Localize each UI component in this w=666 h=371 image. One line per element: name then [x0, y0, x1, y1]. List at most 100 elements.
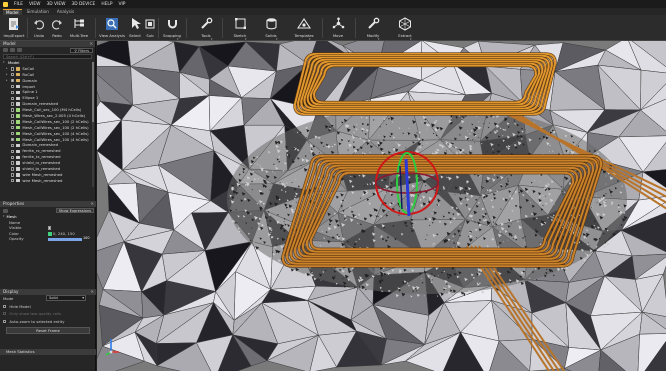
sub-icon [143, 16, 158, 31]
ribbon-tabs: Model Simulation Analysis [0, 8, 666, 15]
tree-item[interactable]: wire Mesh_remeshed [3, 178, 95, 184]
visibility-checkbox[interactable] [11, 126, 15, 130]
filters-dropdown[interactable]: ⚲ Filters [70, 47, 93, 53]
hide-model-row[interactable]: Hide Model [0, 303, 96, 311]
solids-button[interactable]: Solids ▾ [259, 16, 283, 41]
visibility-checkbox[interactable] [11, 108, 15, 112]
extract-button[interactable]: Extract ▾ [393, 16, 417, 41]
visibility-checkbox[interactable] [11, 149, 15, 153]
new-folder-icon[interactable] [17, 48, 22, 52]
hide-model-checkbox[interactable] [3, 304, 7, 308]
3d-viewport[interactable] [97, 41, 666, 371]
modify-icon [366, 16, 381, 31]
visibility-checkbox[interactable] [11, 96, 15, 100]
visibility-checkbox[interactable] [11, 137, 15, 142]
modify-button[interactable]: Modify ▾ [361, 16, 385, 41]
visibility-checkbox[interactable] [11, 102, 15, 106]
object-icon [16, 173, 21, 177]
visibility-checkbox[interactable] [11, 120, 15, 124]
divider [322, 18, 323, 38]
view-analysis-label: View Analysis [99, 33, 125, 38]
mode-select-value: Solid [49, 296, 58, 300]
only-show-row[interactable]: Only show two quality cells [0, 310, 96, 318]
search-input[interactable]: Search (Ctrl+F) [3, 54, 92, 59]
menu-view[interactable]: VIEW [29, 2, 40, 7]
only-show-checkbox[interactable] [3, 312, 7, 316]
solids-label: Solids [265, 33, 277, 38]
mode-select[interactable]: Solid ▾ [46, 295, 86, 301]
menu-3d-view[interactable]: 3D VIEW [46, 2, 65, 7]
sketch-button[interactable]: Sketch ▾ [228, 16, 252, 41]
divider [95, 18, 96, 38]
auto-zoom-checkbox[interactable] [3, 319, 7, 323]
folder-icon [16, 73, 21, 77]
mesh-statistics-header[interactable]: Mesh Statistics [0, 349, 96, 355]
properties-panel: Properties ✕ Show Expressions ▾ Mesh Nam… [0, 201, 96, 242]
visibility-checkbox[interactable] [11, 131, 15, 136]
sub-button[interactable]: Sub [142, 16, 158, 38]
menu-help[interactable]: HELP [101, 2, 112, 7]
model-panel-header: Model ✕ [0, 41, 95, 47]
tools-button[interactable]: Tools ▾ [194, 16, 218, 41]
multi-tree-label: Multi-Tree [69, 33, 89, 38]
undo-button[interactable]: Undo [30, 16, 48, 38]
menu-3d-device[interactable]: 3D DEVICE [71, 2, 95, 7]
visibility-checkbox[interactable] [11, 84, 15, 89]
collapse-all-icon[interactable] [10, 48, 15, 52]
object-icon [16, 84, 21, 89]
visibility-checkbox[interactable] [11, 167, 15, 171]
undo-icon [32, 16, 47, 31]
menu-bar: FILE VIEW 3D VIEW 3D DEVICE HELP VIP [0, 0, 666, 8]
select-label: Select [129, 33, 141, 38]
visibility-checkbox[interactable] [11, 161, 15, 165]
multi-tree-button[interactable]: Multi-Tree [67, 16, 91, 38]
show-expressions-button[interactable]: Show Expressions [55, 208, 94, 213]
import-export-button[interactable]: Imp/Export [2, 16, 26, 38]
menu-vip[interactable]: VIP [119, 2, 126, 7]
close-icon[interactable]: ✕ [90, 201, 94, 207]
sketch-icon [233, 16, 248, 31]
solids-icon [264, 16, 279, 31]
visibility-checkbox[interactable] [11, 155, 15, 159]
visible-checkbox[interactable] [48, 226, 52, 230]
menu-file[interactable]: FILE [14, 2, 23, 7]
mesh-icon [16, 126, 21, 130]
expand-all-icon[interactable] [3, 48, 8, 52]
multi-tree-icon [72, 16, 87, 31]
object-icon [16, 96, 21, 100]
3d-scene[interactable] [97, 41, 666, 371]
scrollbar-thumb[interactable] [92, 62, 94, 122]
snapping-button[interactable]: Snapping ▾ [160, 16, 184, 41]
visibility-checkbox[interactable] [11, 173, 15, 177]
mesh-icon [16, 131, 21, 136]
visibility-checkbox[interactable] [11, 143, 15, 148]
close-icon[interactable]: ✕ [89, 41, 93, 47]
property-visible-value [48, 226, 52, 230]
sort-icon[interactable] [3, 208, 8, 213]
visibility-checkbox[interactable] [11, 90, 15, 95]
tree-scrollbar[interactable] [92, 62, 94, 187]
mode-label: Mode [3, 296, 14, 301]
reset-frame-button[interactable]: Reset Frame [6, 327, 90, 334]
view-analysis-button[interactable]: View Analysis [98, 16, 126, 38]
move-icon [331, 16, 346, 31]
move-button[interactable]: Move [326, 16, 350, 38]
redo-label: Redo [52, 33, 62, 38]
ribbon-toolbar: Imp/Export Undo Redo Multi-Tree View Ana… [0, 15, 666, 41]
opacity-slider-fill[interactable] [48, 237, 82, 241]
extract-icon [398, 16, 413, 31]
redo-button[interactable]: Redo [48, 16, 66, 38]
color-swatch[interactable] [48, 231, 52, 236]
visibility-checkbox[interactable] [11, 78, 15, 83]
auto-zoom-row[interactable]: Auto-zoom to selected entity [0, 318, 96, 326]
object-icon [16, 161, 21, 165]
auto-zoom-label: Auto-zoom to selected entity [9, 318, 65, 324]
visibility-checkbox[interactable] [11, 114, 15, 118]
visibility-checkbox[interactable] [11, 67, 15, 71]
opacity-slider[interactable]: 100 [48, 236, 89, 242]
chevron-right-icon[interactable]: ▸ [6, 78, 9, 84]
templates-button[interactable]: Templates ▾ [292, 16, 316, 41]
visibility-checkbox[interactable] [11, 73, 15, 77]
visibility-checkbox[interactable] [11, 179, 15, 183]
tree-root-label: Model [8, 60, 20, 65]
